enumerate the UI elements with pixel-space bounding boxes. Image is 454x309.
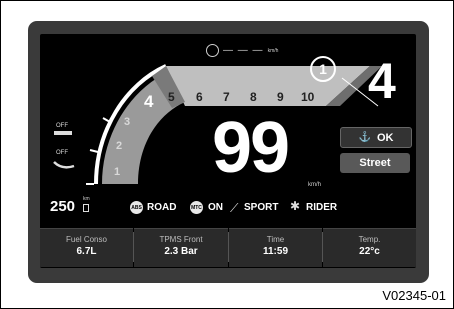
gauge-tick <box>89 149 99 153</box>
rpm-scale-label: 9 <box>277 90 284 104</box>
time-label: Time <box>266 235 285 244</box>
lock-icon: ⚓ <box>358 132 371 143</box>
rpm-scale-label: 6 <box>196 90 203 104</box>
speedometer-icon <box>206 44 219 57</box>
tpms-front-value: 2.3 Bar <box>164 246 198 257</box>
temperature-panel: Temp. 22°c <box>323 228 416 267</box>
fuel-consumption-value: 6.7L <box>76 246 97 257</box>
fuel-pump-icon <box>83 204 89 212</box>
time-panel: Time 11:59 <box>229 228 322 267</box>
speed-value: 99 <box>212 108 290 188</box>
top-speed-dashes: — — — <box>223 45 264 56</box>
indicator-off-label-top: OFF <box>56 123 68 129</box>
fuel-range-value: 250 <box>50 198 76 215</box>
figure-id: V02345-01 <box>382 288 446 303</box>
tpms-front-panel: TPMS Front 2.3 Bar <box>134 228 228 267</box>
ok-button[interactable]: ⚓ OK <box>340 127 412 148</box>
riding-mode-label: SPORT <box>244 202 279 213</box>
ok-button-label: OK <box>376 131 394 144</box>
rider-icon: ✱ <box>290 199 301 213</box>
temperature-value: 22°c <box>359 246 380 257</box>
mtc-icon: MTC <box>190 201 203 214</box>
tpms-front-label: TPMS Front <box>159 235 203 244</box>
instrument-screen: — — — km/h 4 5 6 7 8 9 10 3 2 1 1 4 99 k… <box>40 34 416 268</box>
rpm-scale-label: 4 <box>144 92 154 111</box>
gauge-tick <box>102 117 111 123</box>
time-value: 11:59 <box>262 246 289 257</box>
fuel-consumption-label: Fuel Conso <box>66 235 107 244</box>
gauge-label: 3 <box>124 116 131 128</box>
rpm-scale-label: 10 <box>301 90 315 104</box>
rider-label: RIDER <box>306 202 338 213</box>
fuel-consumption-panel: Fuel Conso 6.7L <box>40 228 133 267</box>
launch-control-icon <box>53 161 75 169</box>
top-speed-unit: km/h <box>267 47 279 54</box>
rpm-scale-label: 5 <box>168 90 175 104</box>
callout-marker: 1 <box>310 56 336 82</box>
speed-unit: km/h <box>308 182 322 188</box>
fuel-range-unit: km <box>83 196 90 202</box>
riding-mode-icon: ⟋ <box>230 201 239 215</box>
abs-mode-label: ROAD <box>147 202 177 213</box>
rpm-scale-label: 8 <box>250 90 257 104</box>
mtc-state-label: ON <box>208 202 223 213</box>
gauge-label: 2 <box>116 140 123 152</box>
abs-icon: ABS <box>130 201 143 214</box>
cruise-control-icon <box>54 131 72 135</box>
top-speed-indicator: — — — km/h <box>206 44 278 57</box>
temperature-label: Temp. <box>358 235 381 244</box>
rpm-scale-label: 7 <box>223 90 230 104</box>
gauge-label: 1 <box>114 166 121 178</box>
riding-mode-button[interactable]: Street <box>340 153 410 173</box>
gear-indicator: 4 <box>368 53 396 109</box>
indicator-off-label-bottom: OFF <box>56 150 68 156</box>
